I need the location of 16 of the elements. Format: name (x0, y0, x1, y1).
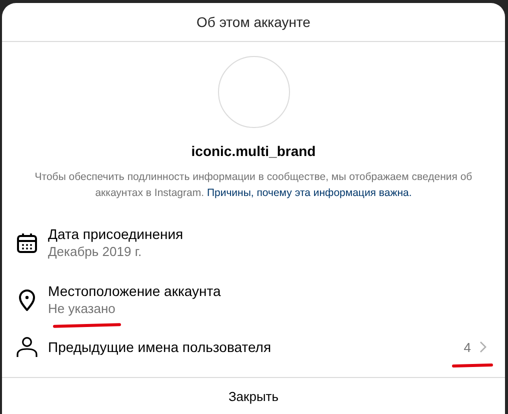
location-pin-icon (16, 288, 38, 310)
calendar-icon (16, 232, 38, 254)
close-button[interactable]: Закрыть (220, 384, 287, 408)
row-title: Местоположение аккаунта (48, 282, 222, 300)
row-subtitle: Декабрь 2019 г. (48, 243, 142, 260)
username: iconic.multi_brand (191, 143, 316, 159)
row-title: Предыдущие имена пользователя (48, 338, 272, 356)
chevron-right-icon[interactable] (479, 341, 487, 353)
description-text: Чтобы обеспечить подлинность информации в сообществе, мы отображаем сведения об аккаунтах в Instagram. Причины, почему эта информация важна. (34, 170, 474, 201)
avatar (218, 56, 290, 128)
row-title: Дата присоединения (48, 225, 184, 243)
row-subtitle: Не указано (48, 300, 116, 317)
dialog-title: Об этом аккаунте (196, 14, 310, 30)
count-text: 4 (464, 340, 471, 354)
person-icon (16, 336, 38, 358)
info-link[interactable]: Причины, почему эта информация важна. (206, 187, 412, 199)
